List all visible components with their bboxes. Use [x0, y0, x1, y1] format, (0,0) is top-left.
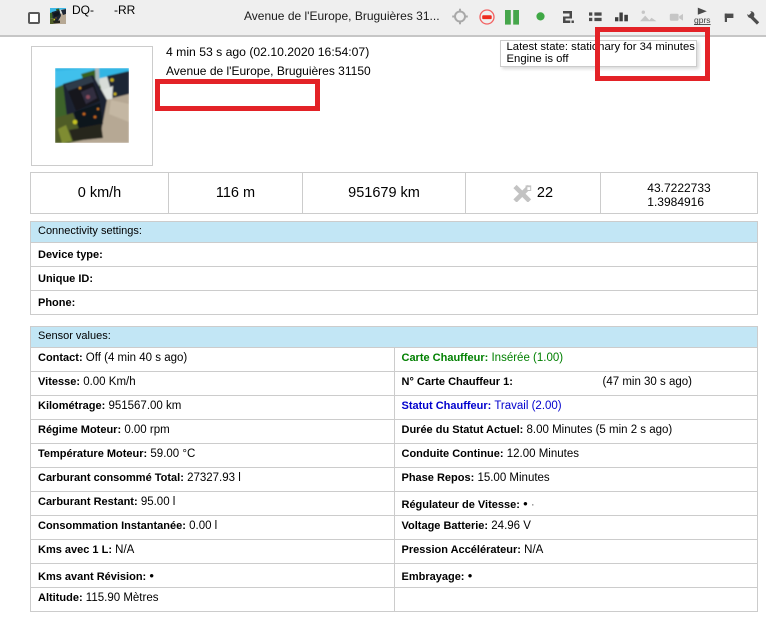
svg-text:gprs: gprs [694, 15, 711, 25]
